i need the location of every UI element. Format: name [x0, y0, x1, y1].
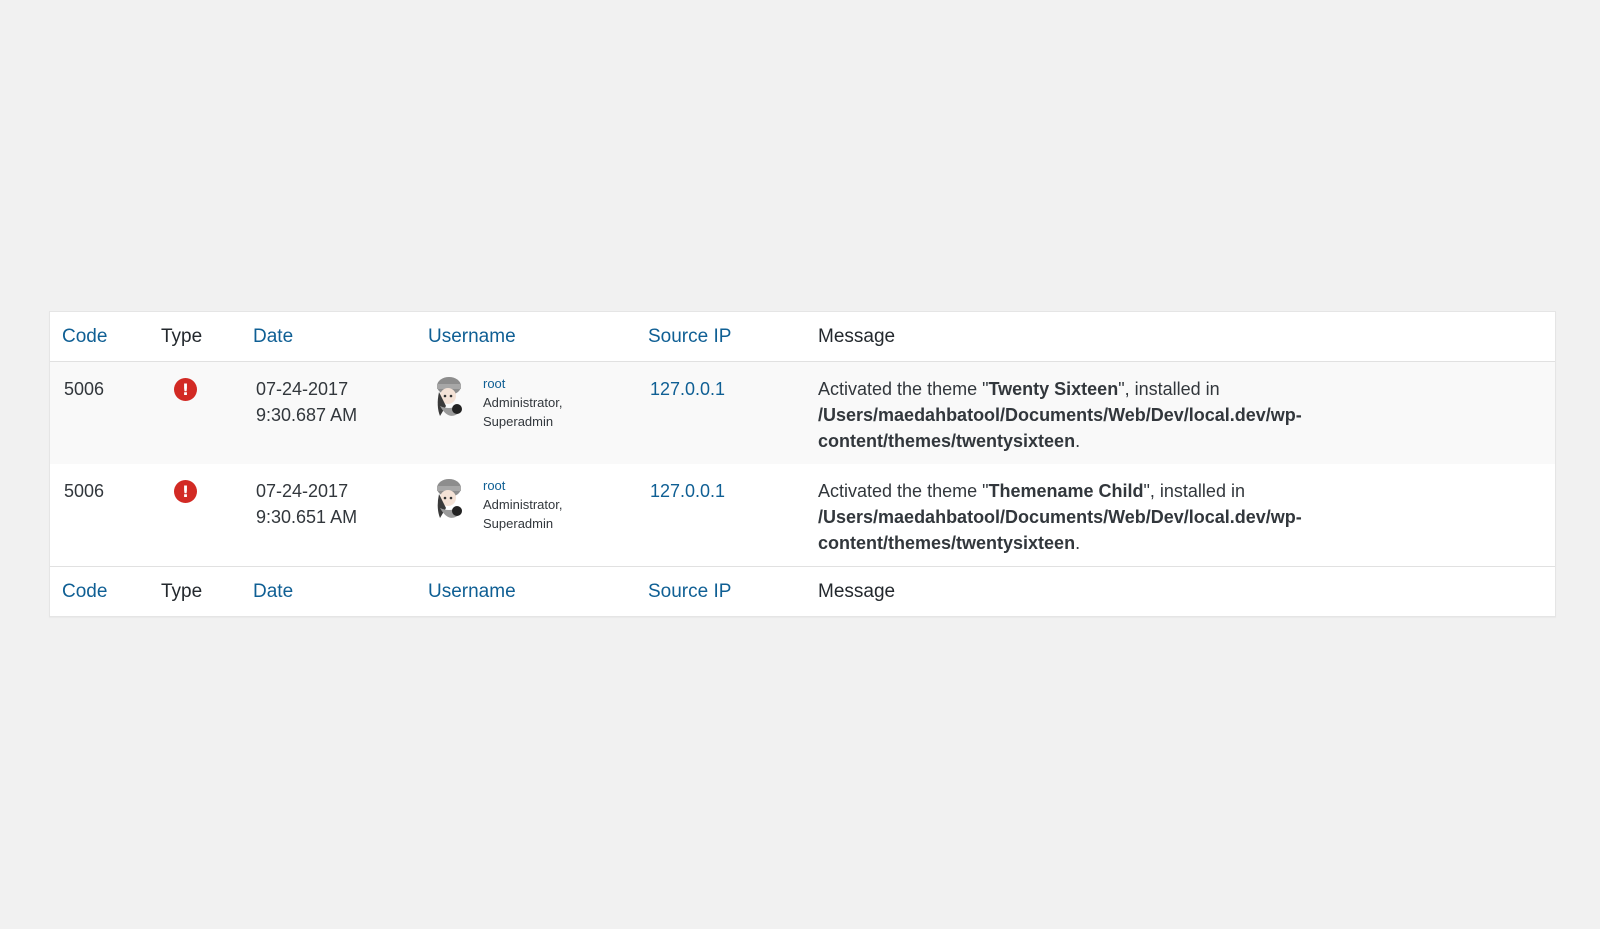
- table-footer: Code Type Date Username Source IP Messag…: [50, 566, 1555, 616]
- column-header-code[interactable]: Code: [50, 326, 151, 348]
- message-prefix: Activated the theme ": [818, 379, 989, 399]
- column-footer-type: Type: [161, 580, 203, 602]
- theme-path: /Users/maedahbatool/Documents/Web/Dev/lo…: [818, 507, 1302, 553]
- column-footer-code[interactable]: Code: [50, 581, 151, 603]
- source-ip-link[interactable]: 127.0.0.1: [650, 379, 725, 399]
- username-link[interactable]: root: [483, 374, 562, 393]
- event-date-time: 9:30.651 AM: [256, 507, 358, 527]
- event-date-day: 07-24-2017: [256, 379, 349, 399]
- source-ip-link[interactable]: 127.0.0.1: [650, 481, 725, 501]
- event-date: 07-24-2017 9:30.651 AM: [245, 464, 419, 530]
- column-header-type: Type: [161, 325, 203, 347]
- theme-name: Themename Child: [988, 481, 1144, 501]
- avatar-image: [437, 377, 462, 416]
- message-prefix: Activated the theme ": [818, 481, 989, 501]
- user-avatar: [432, 478, 466, 522]
- event-type: !: [151, 362, 245, 401]
- event-source-ip: 127.0.0.1: [640, 464, 810, 504]
- column-header-username[interactable]: Username: [419, 326, 640, 348]
- theme-name: Twenty Sixteen: [988, 379, 1119, 399]
- message-mid: ", installed in: [1143, 481, 1245, 501]
- user-roles-line2: Superadmin: [483, 414, 554, 429]
- user-info: root Administrator, Superadmin: [483, 476, 562, 533]
- message-mid: ", installed in: [1118, 379, 1220, 399]
- error-icon: !: [174, 378, 197, 401]
- table-header: Code Type Date Username Source IP Messag…: [50, 312, 1555, 362]
- event-user: root Administrator, Superadmin: [419, 464, 640, 533]
- event-source-ip: 127.0.0.1: [640, 362, 810, 402]
- column-header-date[interactable]: Date: [245, 326, 419, 348]
- column-footer-message: Message: [818, 580, 896, 602]
- column-footer-date[interactable]: Date: [245, 581, 419, 603]
- column-footer-source-ip[interactable]: Source IP: [640, 581, 810, 603]
- column-footer-username[interactable]: Username: [419, 581, 640, 603]
- activity-log-table: Code Type Date Username Source IP Messag…: [49, 311, 1556, 617]
- user-avatar: [432, 376, 466, 420]
- user-roles-line1: Administrator,: [483, 497, 563, 512]
- avatar-image: [437, 479, 462, 518]
- event-code: 5006: [64, 481, 105, 501]
- table-row: 5006 ! 07-24-2017 9:30.651 AM root Admin…: [50, 464, 1555, 566]
- event-date: 07-24-2017 9:30.687 AM: [245, 362, 419, 428]
- theme-path: /Users/maedahbatool/Documents/Web/Dev/lo…: [818, 405, 1302, 451]
- event-message: Activated the theme "Twenty Sixteen", in…: [810, 362, 1555, 454]
- user-roles-line1: Administrator,: [483, 395, 563, 410]
- event-code: 5006: [64, 379, 105, 399]
- message-suffix: .: [1075, 533, 1081, 553]
- user-roles-line2: Superadmin: [483, 516, 554, 531]
- error-icon: !: [174, 480, 197, 503]
- user-info: root Administrator, Superadmin: [483, 374, 562, 431]
- column-header-source-ip[interactable]: Source IP: [640, 326, 810, 348]
- event-type: !: [151, 464, 245, 503]
- event-date-day: 07-24-2017: [256, 481, 349, 501]
- column-header-message: Message: [818, 325, 896, 347]
- message-suffix: .: [1075, 431, 1081, 451]
- event-user: root Administrator, Superadmin: [419, 362, 640, 431]
- event-message: Activated the theme "Themename Child", i…: [810, 464, 1555, 556]
- username-link[interactable]: root: [483, 476, 562, 495]
- table-row: 5006 ! 07-24-2017 9:30.687 AM root Admin…: [50, 362, 1555, 464]
- event-date-time: 9:30.687 AM: [256, 405, 358, 425]
